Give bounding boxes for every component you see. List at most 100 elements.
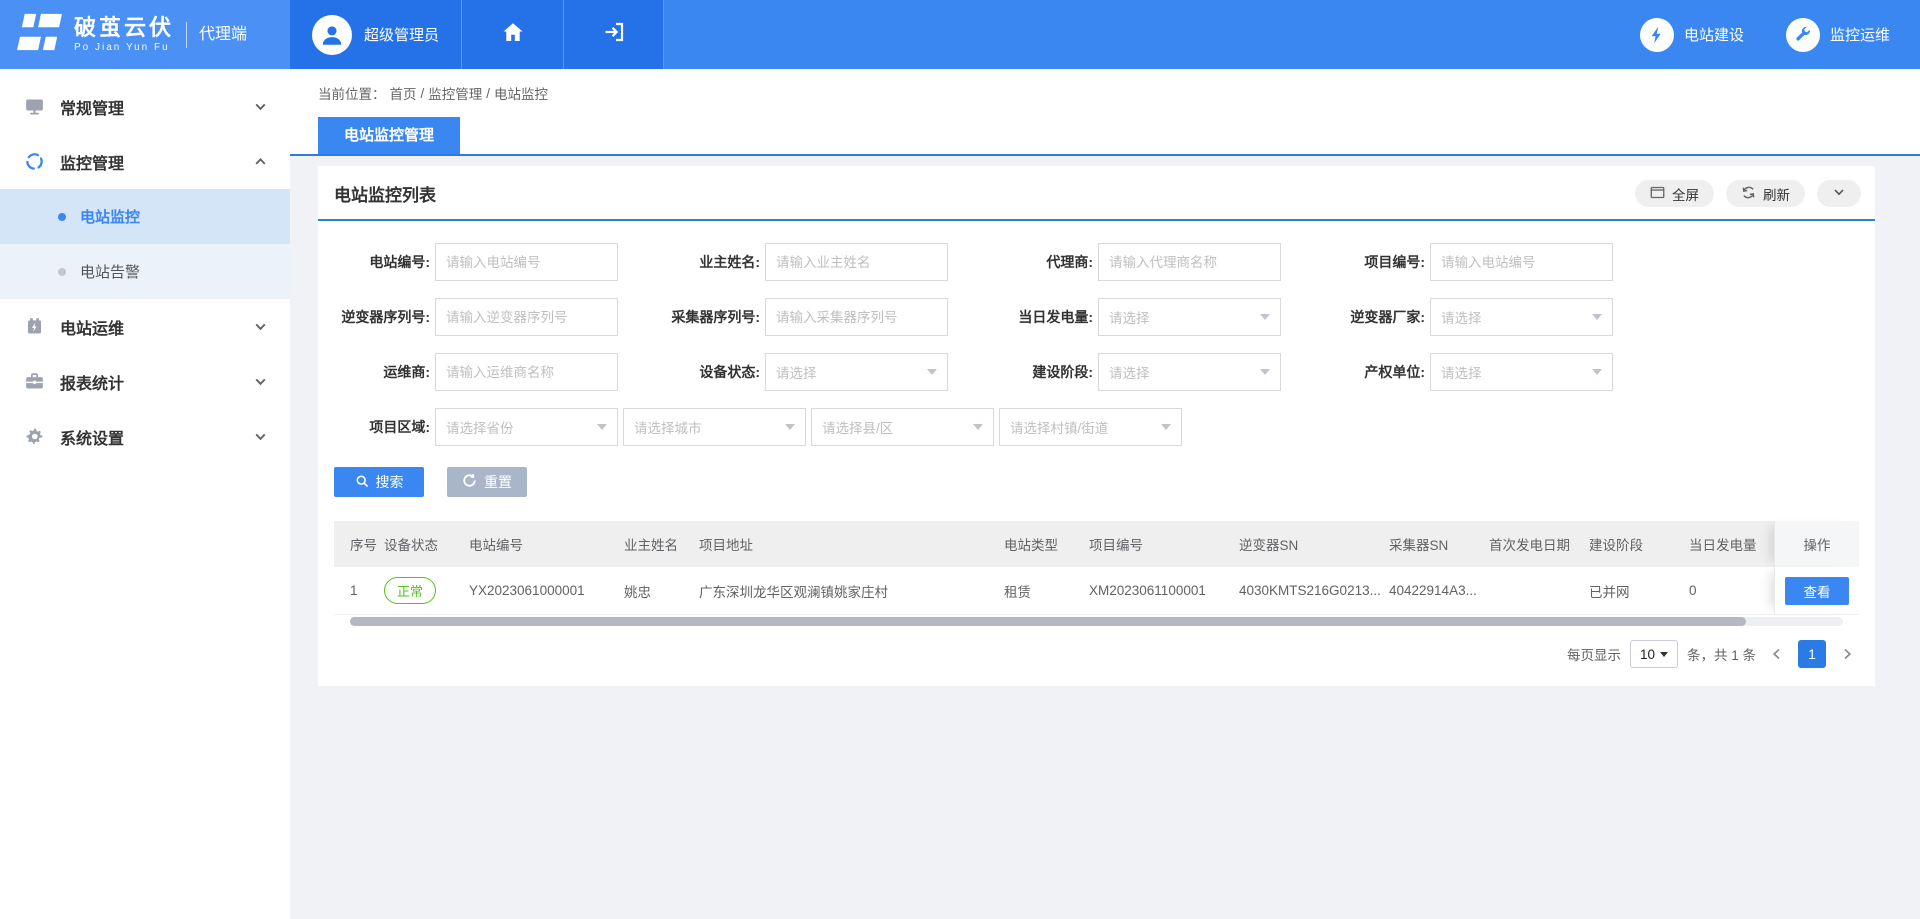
user-strip: 超级管理员 [290, 0, 664, 69]
sidebar-item-label: 报表统计 [60, 370, 124, 394]
next-page-button[interactable] [1835, 647, 1859, 661]
cell-type: 租赁 [994, 581, 1079, 601]
lightning-icon [1640, 18, 1674, 52]
collapse-button[interactable] [1817, 180, 1861, 207]
breadcrumb-separator: / [421, 86, 425, 101]
station-table: 序号 设备状态 电站编号 业主姓名 项目地址 电站类型 项目编号 逆变器SN 采… [334, 521, 1859, 626]
sidebar-item-settings[interactable]: 系统设置 [0, 409, 290, 464]
reset-button[interactable]: 重置 [447, 467, 527, 497]
cell-address: 广东深圳龙华区观澜镇姚家庄村 [689, 581, 994, 601]
content: 电站监控列表 全屏 [290, 156, 1920, 919]
breadcrumb-home[interactable]: 首页 [390, 83, 417, 103]
submenu-item-label: 电站告警 [80, 261, 140, 282]
town-select[interactable]: 请选择村镇/街道 [999, 408, 1182, 446]
col-collector-sn: 采集器SN [1379, 534, 1479, 554]
chevron-down-icon [1592, 369, 1602, 375]
device-status-select[interactable]: 请选择 [765, 353, 948, 391]
page-number-current[interactable]: 1 [1798, 640, 1826, 668]
chevron-down-icon [1592, 314, 1602, 320]
tab-station-monitor-mgmt[interactable]: 电站监控管理 [318, 117, 460, 154]
station-build-button[interactable]: 电站建设 [1640, 18, 1744, 52]
col-inverter-sn: 逆变器SN [1229, 534, 1379, 554]
fullscreen-label: 全屏 [1672, 184, 1699, 204]
sidebar: 常规管理 监控管理 电站监控 电站告警 [0, 69, 290, 919]
briefcase-icon [22, 371, 46, 392]
search-label: 搜索 [376, 472, 404, 492]
home-icon [501, 20, 525, 49]
property-unit-select[interactable]: 请选择 [1430, 353, 1613, 391]
breadcrumb: 当前位置： 首页 / 监控管理 / 电站监控 [290, 69, 1920, 117]
city-select[interactable]: 请选择城市 [623, 408, 806, 446]
topbar-actions: 电站建设 监控运维 [1640, 0, 1920, 69]
network-swirl-icon [22, 151, 46, 172]
collector-sn-input[interactable] [765, 298, 948, 336]
logo-title: 破茧云伏 [74, 16, 174, 40]
province-select[interactable]: 请选择省份 [435, 408, 618, 446]
page-title: 电站监控列表 [334, 181, 1635, 206]
breadcrumb-station-monitor[interactable]: 电站监控 [494, 83, 548, 103]
page-size-label: 每页显示 [1567, 644, 1621, 664]
sidebar-item-label: 常规管理 [60, 95, 124, 119]
refresh-icon [1741, 185, 1756, 203]
project-no-input[interactable] [1430, 243, 1613, 281]
field-label: 代理商: [1000, 252, 1093, 272]
sidebar-item-station-alarm[interactable]: 电站告警 [0, 244, 290, 299]
field-label: 项目编号: [1337, 252, 1425, 272]
portal-label: 代理端 [186, 22, 247, 48]
field-label: 运维商: [334, 362, 430, 382]
col-owner: 业主姓名 [614, 534, 689, 554]
cell-inverter-sn: 4030KMTS216G0213... [1229, 583, 1379, 598]
user-name: 超级管理员 [364, 24, 439, 45]
status-badge: 正常 [384, 577, 436, 604]
ops-provider-input[interactable] [435, 353, 618, 391]
sidebar-item-station-monitor[interactable]: 电站监控 [0, 189, 290, 244]
chevron-down-icon [253, 374, 268, 389]
sidebar-item-station-ops[interactable]: 电站运维 [0, 299, 290, 354]
field-label: 产权单位: [1337, 362, 1425, 382]
breadcrumb-monitor-mgmt[interactable]: 监控管理 [428, 83, 482, 103]
agent-input[interactable] [1098, 243, 1281, 281]
wrench-icon [1786, 18, 1820, 52]
sidebar-item-regular-mgmt[interactable]: 常规管理 [0, 79, 290, 134]
fullscreen-icon [1650, 186, 1665, 202]
reset-icon [462, 473, 477, 491]
prev-page-button[interactable] [1765, 647, 1789, 661]
field-label: 当日发电量: [1000, 307, 1093, 327]
tab-bar: 电站监控管理 [290, 117, 1920, 156]
search-button[interactable]: 搜索 [334, 467, 424, 497]
view-button[interactable]: 查看 [1785, 577, 1849, 605]
home-button[interactable] [462, 0, 564, 69]
daily-energy-select[interactable]: 请选择 [1098, 298, 1281, 336]
cell-build-stage: 已并网 [1579, 581, 1679, 601]
monitor-ops-button[interactable]: 监控运维 [1786, 18, 1890, 52]
inverter-vendor-select[interactable]: 请选择 [1430, 298, 1613, 336]
cell-daily-energy: 0 [1679, 583, 1774, 598]
cell-station-no: YX2023061000001 [459, 583, 614, 598]
scrollbar-thumb[interactable] [350, 617, 1746, 626]
bullet-dot-icon [58, 268, 66, 276]
station-monitor-panel: 电站监控列表 全屏 [318, 166, 1875, 686]
field-label: 逆变器序列号: [334, 307, 430, 327]
page-size-select[interactable]: 10 [1630, 640, 1678, 668]
gear-icon [22, 426, 46, 447]
station-no-input[interactable] [435, 243, 618, 281]
logout-button[interactable] [564, 0, 664, 69]
sidebar-item-monitor-mgmt[interactable]: 监控管理 [0, 134, 290, 189]
field-label: 项目区域: [334, 417, 430, 437]
owner-name-input[interactable] [765, 243, 948, 281]
logo-subtitle: Po Jian Yun Fu [74, 42, 174, 53]
chevron-down-icon [253, 99, 268, 114]
user-menu[interactable]: 超级管理员 [290, 0, 462, 69]
field-label: 采集器序列号: [622, 307, 760, 327]
chevron-down-icon [253, 429, 268, 444]
chevron-down-icon [253, 319, 268, 334]
breadcrumb-label: 当前位置： [318, 83, 386, 103]
sidebar-item-label: 监控管理 [60, 150, 124, 174]
build-stage-select[interactable]: 请选择 [1098, 353, 1281, 391]
refresh-button[interactable]: 刷新 [1726, 180, 1805, 207]
inverter-sn-input[interactable] [435, 298, 618, 336]
fullscreen-button[interactable]: 全屏 [1635, 180, 1714, 207]
county-select[interactable]: 请选择县/区 [811, 408, 994, 446]
chevron-down-icon [927, 369, 937, 375]
sidebar-item-reports[interactable]: 报表统计 [0, 354, 290, 409]
